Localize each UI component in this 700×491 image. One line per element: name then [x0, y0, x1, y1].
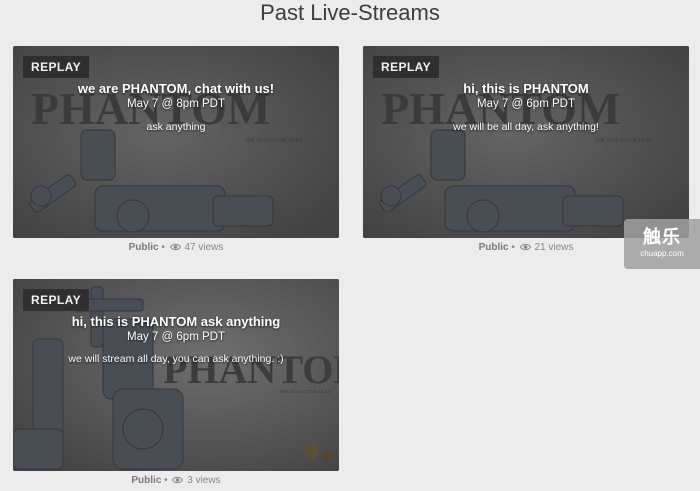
- stream-card-1[interactable]: PHANTOM THE SOULSTONE FILES REPLAY we ar…: [13, 46, 339, 238]
- site-watermark: 触乐 chuapp.com: [624, 219, 700, 269]
- replay-badge: REPLAY: [23, 289, 89, 311]
- stream-description: ask anything: [146, 121, 206, 133]
- replay-badge: REPLAY: [373, 56, 439, 78]
- stream-description: we will be all day, ask anything!: [453, 121, 599, 133]
- stream-title[interactable]: hi, this is PHANTOM: [363, 81, 689, 96]
- view-count: 47 views: [184, 242, 224, 253]
- stream-meta: Public • 3 views: [131, 475, 221, 486]
- stream-card-2[interactable]: PHANTOM THE SOULSTONE FILES REPLAY hi, t…: [363, 46, 689, 238]
- stream-date: May 7 @ 6pm PDT: [477, 98, 575, 110]
- visibility-label: Public: [131, 475, 162, 486]
- stream-title[interactable]: we are PHANTOM, chat with us!: [13, 81, 339, 96]
- watermark-url: chuapp.com: [640, 249, 684, 258]
- view-count: 21 views: [534, 242, 574, 253]
- watermark-logo: 触乐: [643, 227, 681, 247]
- visibility-label: Public: [128, 242, 159, 253]
- visibility-label: Public: [478, 242, 509, 253]
- page-title: Past Live-Streams: [260, 0, 440, 25]
- stream-meta: Public • 47 views: [128, 242, 224, 253]
- eye-icon: [519, 243, 531, 251]
- view-count: 3 views: [187, 475, 221, 486]
- stream-card-3[interactable]: PHANTOM THE SOULSTONE FILES REPLAY hi, t…: [13, 279, 339, 471]
- stream-date: May 7 @ 6pm PDT: [127, 331, 225, 343]
- eye-icon: [169, 243, 181, 251]
- stream-title[interactable]: hi, this is PHANTOM ask anything: [13, 314, 339, 329]
- stream-description: we will stream all day, you can ask anyt…: [68, 353, 284, 365]
- eye-icon: [172, 476, 184, 484]
- stream-date: May 7 @ 8pm PDT: [127, 98, 225, 110]
- replay-badge: REPLAY: [23, 56, 89, 78]
